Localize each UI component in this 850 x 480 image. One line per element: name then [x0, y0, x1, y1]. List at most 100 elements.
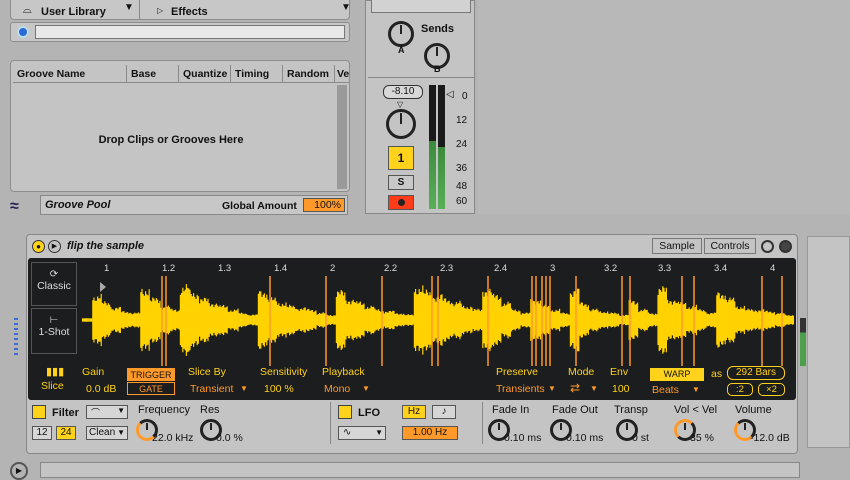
- send-a-knob[interactable]: [388, 21, 414, 47]
- env-value[interactable]: 100: [612, 383, 630, 395]
- filter-circuit-value: Clean: [89, 427, 116, 438]
- as-label: as: [711, 368, 723, 380]
- warp-mode-value[interactable]: Beats: [652, 384, 679, 396]
- bottom-bar: [40, 462, 800, 478]
- ruler-2-4: 2.4: [494, 263, 508, 274]
- send-a-label: A: [398, 45, 405, 55]
- col-velocity[interactable]: Ve: [335, 65, 349, 83]
- volume-value[interactable]: -12.0 dB: [750, 432, 790, 444]
- filter-label: Filter: [52, 407, 79, 419]
- warp-button[interactable]: WARP: [650, 368, 704, 381]
- bars-value[interactable]: 292 Bars: [727, 366, 785, 380]
- ruler-1-2: 1.2: [162, 263, 176, 274]
- half-button[interactable]: :2: [727, 383, 753, 396]
- filter-type-select[interactable]: ⌒ ▼: [86, 405, 128, 419]
- tab-sample[interactable]: Sample: [652, 238, 702, 254]
- beat-ruler[interactable]: 1 1.2 1.3 1.4 2 2.2 2.3 2.4 3 3.2 3.3 3.…: [82, 262, 794, 276]
- groove-pool-title: Groove Pool: [45, 199, 111, 211]
- playback-dropdown-icon[interactable]: ▼: [362, 384, 370, 393]
- col-base[interactable]: Base: [127, 65, 179, 83]
- sensitivity-label: Sensitivity: [260, 366, 308, 378]
- mode-dropdown-icon[interactable]: ▼: [590, 384, 598, 393]
- mode-classic-button[interactable]: ⟳ Classic: [31, 262, 77, 306]
- preserve-value[interactable]: Transients: [496, 383, 545, 395]
- track-activator-button[interactable]: 1: [388, 146, 414, 170]
- slice-icon[interactable]: ▮▮▮: [46, 365, 64, 378]
- groove-scrollbar[interactable]: [337, 85, 347, 189]
- waveform[interactable]: [82, 276, 794, 366]
- global-amount-value[interactable]: 100%: [303, 198, 345, 212]
- groove-pool-toggle-icon[interactable]: ≈: [10, 199, 30, 216]
- filter-circuit-select[interactable]: Clean ▼: [86, 426, 128, 440]
- lfo-hz-button[interactable]: Hz: [402, 405, 426, 419]
- solo-button[interactable]: S: [388, 175, 414, 190]
- chevron-down-icon[interactable]: ▼: [341, 2, 351, 13]
- groove-header: Groove Name Base Quantize Timing Random …: [13, 65, 349, 83]
- bottom-play-icon[interactable]: ▶: [10, 462, 28, 480]
- fade-in-label: Fade In: [492, 404, 530, 416]
- clip-activator-button[interactable]: ●: [32, 240, 45, 253]
- ruler-3-3: 3.3: [658, 263, 672, 274]
- slice-label[interactable]: Slice: [41, 380, 64, 392]
- save-icon[interactable]: [779, 240, 792, 253]
- col-quantize[interactable]: Quantize: [179, 65, 231, 83]
- fade-out-label: Fade Out: [552, 404, 598, 416]
- clip-name[interactable]: flip the sample: [67, 240, 144, 252]
- settings-icon[interactable]: [761, 240, 774, 253]
- trigger-button[interactable]: TRIGGER: [127, 368, 175, 381]
- arm-button[interactable]: [388, 195, 414, 210]
- lfo-rate-value[interactable]: 1.00 Hz: [402, 426, 458, 440]
- ruler-1-3: 1.3: [218, 263, 232, 274]
- warp-mode-dropdown-icon[interactable]: ▼: [692, 385, 700, 394]
- mode-oneshot-button[interactable]: ⊢ 1-Shot: [31, 308, 77, 354]
- scroll-dots: [14, 318, 18, 358]
- res-value[interactable]: 0.0 %: [216, 432, 243, 444]
- meter-scale-36: 36: [456, 163, 468, 174]
- slice-by-dropdown-icon[interactable]: ▼: [240, 384, 248, 393]
- search-input[interactable]: [35, 25, 345, 39]
- double-button[interactable]: ×2: [758, 383, 785, 396]
- ruler-1-4: 1.4: [274, 263, 288, 274]
- vol-vel-value[interactable]: 35 %: [690, 432, 714, 444]
- lfo-sync-button[interactable]: ♪: [432, 405, 456, 419]
- fade-in-value[interactable]: 0.10 ms: [504, 432, 541, 444]
- lfo-toggle[interactable]: [338, 405, 352, 419]
- ruler-3-4: 3.4: [714, 263, 728, 274]
- filter-24-button[interactable]: 24: [56, 426, 76, 440]
- transp-label: Transp: [614, 404, 648, 416]
- search-icon[interactable]: [17, 26, 29, 38]
- loop-mode-icon[interactable]: ⇄: [570, 381, 580, 395]
- frequency-value[interactable]: 22.0 kHz: [152, 432, 193, 444]
- oneshot-icon: ⊢: [49, 315, 59, 326]
- ruler-2-2: 2.2: [384, 263, 398, 274]
- right-side-panel: [807, 236, 850, 448]
- chevron-down-icon[interactable]: ▼: [124, 2, 134, 13]
- gate-button[interactable]: GATE: [127, 382, 175, 395]
- tab-controls[interactable]: Controls: [704, 238, 756, 254]
- ruler-4: 4: [770, 263, 776, 274]
- user-library-label[interactable]: User Library: [41, 6, 106, 18]
- col-random[interactable]: Random: [283, 65, 335, 83]
- ruler-3: 3: [550, 263, 556, 274]
- track-volume-value[interactable]: -8.10: [383, 85, 423, 99]
- fade-out-value[interactable]: 0.10 ms: [566, 432, 603, 444]
- filter-12-button[interactable]: 12: [32, 426, 52, 440]
- search-bar: [10, 22, 350, 42]
- meter-pointer-icon[interactable]: ◁: [446, 89, 454, 100]
- transp-value[interactable]: 0 st: [632, 432, 649, 444]
- col-groove-name[interactable]: Groove Name: [13, 65, 127, 83]
- start-marker-icon[interactable]: [100, 282, 106, 292]
- sensitivity-value[interactable]: 100 %: [264, 383, 294, 395]
- clip-slot[interactable]: [371, 0, 471, 13]
- effects-label[interactable]: Effects: [171, 6, 208, 18]
- slice-by-value[interactable]: Transient: [190, 383, 233, 395]
- slice-by-label: Slice By: [188, 366, 226, 378]
- gain-value[interactable]: 0.0 dB: [86, 383, 116, 395]
- lfo-shape-select[interactable]: ∿ ▼: [338, 426, 386, 440]
- filter-toggle[interactable]: [32, 405, 46, 419]
- col-timing[interactable]: Timing: [231, 65, 283, 83]
- preserve-dropdown-icon[interactable]: ▼: [548, 384, 556, 393]
- clip-play-button[interactable]: ▶: [48, 240, 61, 253]
- playback-value[interactable]: Mono: [324, 383, 350, 395]
- pan-knob[interactable]: [386, 109, 416, 139]
